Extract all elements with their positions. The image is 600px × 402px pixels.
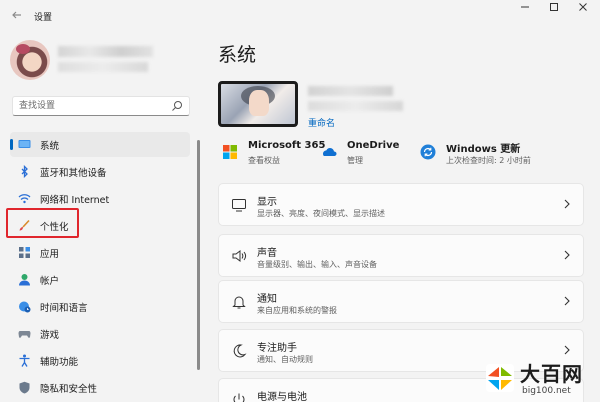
quick-link-microsoft-365[interactable]: Microsoft 365 查看权益 xyxy=(222,140,325,168)
microsoft-365-icon xyxy=(223,145,237,159)
chevron-right-icon xyxy=(564,250,570,260)
card-subtitle: 音量级别、输出、输入、声音设备 xyxy=(257,260,377,269)
blurred-user-name xyxy=(58,46,153,57)
moon-icon xyxy=(233,344,247,358)
back-arrow-icon[interactable] xyxy=(8,8,26,26)
card-display[interactable]: 显示 显示器、亮度、夜间模式、显示描述 xyxy=(218,183,584,226)
speaker-icon xyxy=(232,250,246,262)
sidebar-item-label: 游戏 xyxy=(40,330,60,341)
gamepad-icon xyxy=(18,331,31,338)
card-title: 专注助手 xyxy=(257,343,297,354)
device-wallpaper-thumbnail xyxy=(218,81,298,127)
card-title: 声音 xyxy=(257,248,277,259)
search-icon[interactable] xyxy=(171,100,183,112)
sidebar-item-apps[interactable]: 应用 xyxy=(10,240,190,265)
sidebar-item-label: 隐私和安全性 xyxy=(40,384,98,395)
account-icon xyxy=(19,274,30,286)
blurred-user-email xyxy=(58,62,148,72)
quick-link-title: Microsoft 365 xyxy=(248,140,326,151)
search-input[interactable] xyxy=(13,97,163,115)
sidebar-item-label: 网络和 Internet xyxy=(40,195,110,206)
chevron-right-icon xyxy=(564,199,570,209)
app-title: 设置 xyxy=(34,13,53,23)
sidebar-item-label: 蓝牙和其他设备 xyxy=(40,168,107,179)
windows-update-icon xyxy=(420,144,436,160)
quick-link-subtitle: 上次检查时间: 2 小时前 xyxy=(446,156,531,165)
card-notifications[interactable]: 通知 来自应用和系统的警报 xyxy=(218,280,584,323)
sidebar-item-label: 辅助功能 xyxy=(40,357,79,368)
watermark: 大百网 big100.net xyxy=(484,358,598,400)
quick-link-subtitle: 查看权益 xyxy=(248,156,280,165)
display-icon xyxy=(232,199,246,212)
chevron-right-icon xyxy=(564,296,570,306)
title-bar: 设置 xyxy=(0,0,600,34)
quick-link-subtitle: 管理 xyxy=(347,156,363,165)
blurred-device-model xyxy=(308,101,403,111)
sidebar-item-time-language[interactable]: 时间和语言 xyxy=(10,294,190,319)
shield-icon xyxy=(19,381,30,394)
power-icon xyxy=(233,393,245,402)
sidebar-item-label: 应用 xyxy=(40,249,60,260)
watermark-brand: 大百网 xyxy=(520,362,583,386)
wifi-icon xyxy=(18,194,31,204)
card-title: 显示 xyxy=(257,197,277,208)
card-subtitle: 通知、自动规则 xyxy=(257,355,313,364)
bluetooth-icon xyxy=(21,165,28,178)
watermark-url: big100.net xyxy=(522,386,571,396)
card-subtitle: 来自应用和系统的警报 xyxy=(257,306,337,315)
sidebar-item-label: 时间和语言 xyxy=(40,303,88,314)
sidebar-nav: 系统 蓝牙和其他设备 网络和 Internet 个性化 应用 帐户 时间和语言 … xyxy=(10,132,190,402)
sidebar-item-privacy-security[interactable]: 隐私和安全性 xyxy=(10,375,190,400)
card-title: 电源与电池 xyxy=(257,392,307,402)
card-title: 通知 xyxy=(257,294,277,305)
blurred-device-name xyxy=(308,86,393,96)
sidebar-item-accounts[interactable]: 帐户 xyxy=(10,267,190,292)
card-subtitle: 显示器、亮度、夜间模式、显示描述 xyxy=(257,209,385,218)
page-title: 系统 xyxy=(218,44,257,66)
close-button[interactable] xyxy=(566,0,600,22)
sidebar-item-label: 帐户 xyxy=(40,276,60,287)
avatar[interactable] xyxy=(10,40,50,80)
sidebar-item-accessibility[interactable]: 辅助功能 xyxy=(10,348,190,373)
sidebar-item-label: 系统 xyxy=(40,141,60,152)
quick-link-title: OneDrive xyxy=(347,140,400,151)
card-sound[interactable]: 声音 音量级别、输出、输入、声音设备 xyxy=(218,234,584,277)
bell-icon xyxy=(232,296,246,309)
accessibility-icon xyxy=(19,354,30,367)
highlight-annotation xyxy=(6,208,79,238)
sidebar-item-bluetooth[interactable]: 蓝牙和其他设备 xyxy=(10,159,190,184)
sidebar-item-gaming[interactable]: 游戏 xyxy=(10,321,190,346)
sidebar-item-system[interactable]: 系统 xyxy=(10,132,190,157)
watermark-logo-icon xyxy=(486,364,514,392)
monitor-icon xyxy=(18,140,31,148)
rename-link[interactable]: 重命名 xyxy=(308,116,335,129)
quick-link-title: Windows 更新 xyxy=(446,144,521,155)
quick-link-onedrive[interactable]: OneDrive 管理 xyxy=(321,140,401,168)
onedrive-icon xyxy=(323,148,337,156)
search-box[interactable] xyxy=(12,96,190,116)
apps-icon xyxy=(19,247,30,258)
chevron-right-icon xyxy=(564,345,570,355)
quick-link-windows-update[interactable]: Windows 更新 上次检查时间: 2 小时前 xyxy=(420,140,560,168)
sidebar-scrollbar[interactable] xyxy=(197,140,200,370)
globe-clock-icon xyxy=(19,301,31,313)
